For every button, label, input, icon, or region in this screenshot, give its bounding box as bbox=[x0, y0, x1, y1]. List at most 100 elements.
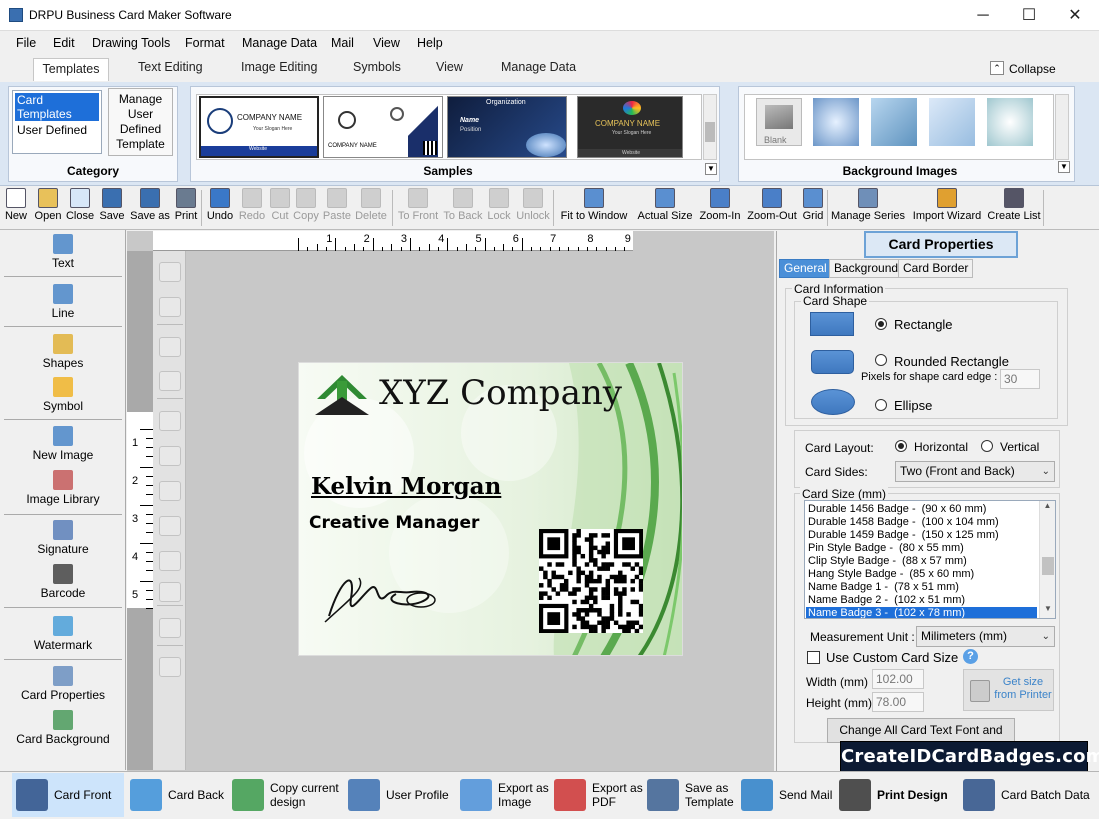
saveas-button[interactable]: Save as bbox=[130, 188, 170, 228]
card-size-item[interactable]: Durable 1459 Badge - (150 x 125 mm) bbox=[806, 529, 1037, 542]
tool-watermark[interactable]: Watermark bbox=[4, 616, 122, 652]
layout-horizontal-radio[interactable] bbox=[895, 440, 907, 452]
category-list[interactable]: Card Templates User Defined bbox=[12, 90, 102, 154]
menu-view[interactable]: View bbox=[373, 36, 400, 50]
card-back-button[interactable]: Card Back bbox=[126, 773, 224, 817]
send-mail-button[interactable]: Send Mail bbox=[737, 773, 832, 817]
width-input[interactable]: 102.00 bbox=[872, 669, 924, 689]
copy-button[interactable]: Copy bbox=[292, 188, 320, 228]
measurement-unit-select[interactable]: Milimeters (mm) ⌄ bbox=[916, 626, 1055, 647]
background-thumb-4[interactable] bbox=[987, 98, 1033, 146]
menu-help[interactable]: Help bbox=[417, 36, 443, 50]
fit-button[interactable]: Fit to Window bbox=[556, 188, 632, 228]
qr-code[interactable] bbox=[539, 529, 644, 634]
createlist-button[interactable]: Create List bbox=[986, 188, 1042, 228]
actual-button[interactable]: Actual Size bbox=[637, 188, 693, 228]
zoom-icon[interactable] bbox=[159, 657, 181, 677]
export-as-image-button[interactable]: Export as Image bbox=[456, 773, 549, 817]
card-size-item[interactable]: Hang Style Badge - (85 x 60 mm) bbox=[806, 568, 1037, 581]
custom-size-checkbox[interactable] bbox=[807, 651, 820, 664]
open-button[interactable]: Open bbox=[33, 188, 63, 228]
align-top-icon[interactable] bbox=[159, 481, 181, 501]
get-size-from-printer-button[interactable]: Get size from Printer bbox=[963, 669, 1054, 711]
category-item-card-templates[interactable]: Card Templates bbox=[15, 93, 99, 121]
tool-signature[interactable]: Signature bbox=[4, 520, 122, 556]
align-left-icon[interactable] bbox=[159, 411, 181, 431]
background-expand-icon[interactable]: ▼ bbox=[1058, 161, 1070, 173]
card-size-item[interactable]: Durable 1456 Badge - (90 x 60 mm) bbox=[806, 503, 1037, 516]
background-thumb-1[interactable] bbox=[813, 98, 859, 146]
card-company-name[interactable]: XYZ Company bbox=[379, 373, 622, 413]
background-thumb-3[interactable] bbox=[929, 98, 975, 146]
align-right-icon[interactable] bbox=[159, 446, 181, 466]
tab-view[interactable]: View bbox=[436, 60, 463, 74]
menu-mail[interactable]: Mail bbox=[331, 36, 354, 50]
menu-format[interactable]: Format bbox=[185, 36, 225, 50]
tool-image-library[interactable]: Image Library bbox=[4, 470, 122, 506]
tool-text[interactable]: Text bbox=[4, 234, 122, 270]
shape-rectangle-radio[interactable] bbox=[875, 318, 887, 330]
undo-button[interactable]: Undo bbox=[204, 188, 236, 228]
ungroup-icon[interactable] bbox=[159, 297, 181, 317]
card-size-list[interactable]: Durable 1456 Badge - (90 x 60 mm) Durable … bbox=[804, 500, 1056, 619]
series-button[interactable]: Manage Series bbox=[830, 188, 906, 228]
collapse-icon[interactable]: ⌃ bbox=[990, 61, 1004, 75]
category-item-user-defined[interactable]: User Defined bbox=[15, 123, 99, 137]
close-button[interactable]: Close bbox=[65, 188, 95, 228]
manage-user-defined-template-button[interactable]: Manage User Defined Template bbox=[108, 88, 173, 156]
help-icon[interactable]: ? bbox=[963, 649, 978, 664]
menu-file[interactable]: File bbox=[16, 36, 36, 50]
redo-button[interactable]: Redo bbox=[237, 188, 267, 228]
collapse-button[interactable]: Collapse bbox=[1009, 62, 1056, 76]
card-size-item[interactable]: Name Badge 1 - (78 x 51 mm) bbox=[806, 581, 1037, 594]
close-button[interactable]: ✕ bbox=[1052, 0, 1098, 31]
tab-manage-data[interactable]: Manage Data bbox=[501, 60, 576, 74]
zoomout-button[interactable]: Zoom-Out bbox=[744, 188, 800, 228]
unlock-icon[interactable] bbox=[159, 371, 181, 391]
tofront-button[interactable]: To Front bbox=[395, 188, 441, 228]
card-size-scroll-thumb[interactable] bbox=[1042, 557, 1054, 575]
new-button[interactable]: New bbox=[4, 188, 28, 228]
tool-new-image[interactable]: New Image bbox=[4, 426, 122, 462]
sample-thumb-1[interactable]: COMPANY NAME Your Slogan Here Website bbox=[199, 96, 319, 158]
samples-expand-icon[interactable]: ▼ bbox=[705, 163, 717, 175]
export-as-pdf-button[interactable]: Export as PDF bbox=[550, 773, 643, 817]
shape-rounded-rectangle-radio[interactable] bbox=[875, 354, 887, 366]
tab-templates[interactable]: Templates bbox=[33, 58, 109, 81]
card-sides-select[interactable]: Two (Front and Back) ⌄ bbox=[895, 461, 1055, 482]
wizard-button[interactable]: Import Wizard bbox=[908, 188, 986, 228]
card-size-item[interactable]: Name Badge 2 - (102 x 51 mm) bbox=[806, 594, 1037, 607]
save-button[interactable]: Save bbox=[99, 188, 125, 228]
card-size-scrollbar[interactable]: ▲ ▼ bbox=[1039, 501, 1055, 618]
print-button[interactable]: Print bbox=[173, 188, 199, 228]
paste-button[interactable]: Paste bbox=[322, 188, 352, 228]
align-middle-icon[interactable] bbox=[159, 582, 181, 602]
unlock-button[interactable]: Unlock bbox=[514, 188, 552, 228]
zoomin-button[interactable]: Zoom-In bbox=[697, 188, 743, 228]
toback-button[interactable]: To Back bbox=[442, 188, 484, 228]
layout-vertical-radio[interactable] bbox=[981, 440, 993, 452]
sample-thumb-3[interactable]: Organization Name Position bbox=[447, 96, 567, 158]
pixels-edge-input[interactable]: 30 bbox=[1000, 369, 1040, 389]
card-front-button[interactable]: Card Front bbox=[12, 773, 124, 817]
lock-icon[interactable] bbox=[159, 337, 181, 357]
tool-card-properties[interactable]: Card Properties bbox=[4, 666, 122, 702]
tab-symbols[interactable]: Symbols bbox=[353, 60, 401, 74]
maximize-button[interactable]: ☐ bbox=[1006, 0, 1052, 31]
minimize-button[interactable]: ─ bbox=[960, 0, 1006, 31]
card-person-name[interactable]: Kelvin Morgan bbox=[311, 473, 501, 500]
height-input[interactable]: 78.00 bbox=[872, 692, 924, 712]
tool-barcode[interactable]: Barcode bbox=[4, 564, 122, 600]
background-thumb-2[interactable] bbox=[871, 98, 917, 146]
business-card[interactable]: XYZ Company Kelvin Morgan Creative Manag… bbox=[298, 362, 683, 656]
align-bottom-icon[interactable] bbox=[159, 516, 181, 536]
change-font-color-button[interactable]: Change All Card Text Font and Color bbox=[827, 718, 1015, 760]
tool-shapes[interactable]: Shapes bbox=[4, 334, 122, 370]
tab-background[interactable]: Background bbox=[829, 259, 904, 278]
print-design-button[interactable]: Print Design bbox=[835, 773, 957, 817]
user-profile-button[interactable]: User Profile bbox=[344, 773, 450, 817]
samples-scroll-thumb[interactable] bbox=[705, 122, 715, 142]
delete-button[interactable]: Delete bbox=[354, 188, 388, 228]
tool-line[interactable]: Line bbox=[4, 284, 122, 320]
group-icon[interactable] bbox=[159, 262, 181, 282]
